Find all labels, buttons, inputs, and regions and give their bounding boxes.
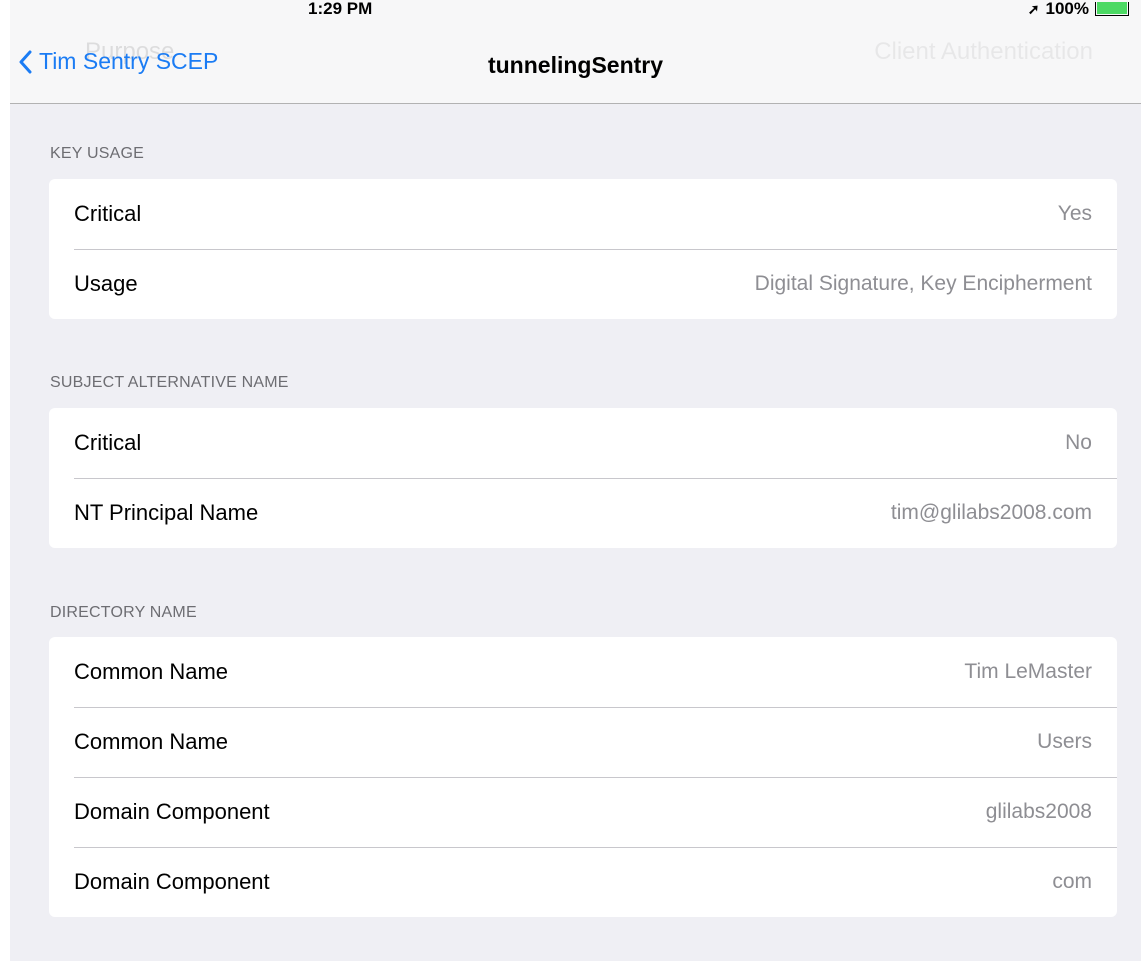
list-item: Common Name Users: [49, 707, 1117, 777]
row-label: Domain Component: [74, 799, 270, 824]
list-item: Usage Digital Signature, Key Enciphermen…: [49, 249, 1117, 319]
section-header-directory-name: DIRECTORY NAME: [50, 604, 197, 621]
list-item: Common Name Tim LeMaster: [49, 637, 1117, 707]
row-value: Yes: [1057, 202, 1092, 225]
battery-percentage: 100%: [1045, 2, 1089, 16]
group-directory-name: Common Name Tim LeMaster Common Name Use…: [49, 637, 1117, 917]
row-value: tim@glilabs2008.com: [890, 501, 1092, 524]
row-label: Critical: [74, 430, 142, 455]
row-label: Common Name: [74, 659, 229, 684]
group-san: Critical No NT Principal Name tim@glilab…: [49, 408, 1117, 548]
back-button[interactable]: Tim Sentry SCEP: [18, 48, 218, 75]
status-time: 1:29 PM: [308, 2, 373, 16]
location-arrow-icon: ➚: [1027, 2, 1040, 16]
list-item: Critical Yes: [49, 179, 1117, 249]
list-item: Domain Component com: [49, 847, 1117, 917]
list-item: Critical No: [49, 408, 1117, 478]
row-label: NT Principal Name: [74, 500, 259, 525]
row-label: Common Name: [74, 729, 229, 754]
section-header-san: SUBJECT ALTERNATIVE NAME: [50, 374, 289, 391]
row-value: glilabs2008: [985, 800, 1092, 823]
device-bezel: [0, 0, 10, 961]
section-header-key-usage: KEY USAGE: [50, 145, 144, 162]
list-item: Domain Component glilabs2008: [49, 777, 1117, 847]
group-key-usage: Critical Yes Usage Digital Signature, Ke…: [49, 179, 1117, 319]
row-value: Digital Signature, Key Encipherment: [754, 272, 1092, 295]
navigation-bar: 1:29 PM ➚ 100% Purpose Client Authentica…: [10, 0, 1141, 104]
chevron-left-icon: [19, 50, 32, 73]
back-button-label: Tim Sentry SCEP: [39, 48, 219, 74]
row-label: Usage: [74, 271, 138, 296]
battery-icon: [1095, 2, 1129, 16]
screen: 1:29 PM ➚ 100% Purpose Client Authentica…: [0, 0, 1141, 961]
row-label: Domain Component: [74, 869, 270, 894]
row-value: Tim LeMaster: [964, 660, 1092, 683]
row-value: com: [1052, 870, 1092, 893]
status-indicators: ➚ 100%: [1028, 2, 1129, 16]
list-item: NT Principal Name tim@glilabs2008.com: [49, 478, 1117, 548]
row-label: Critical: [74, 201, 142, 226]
row-value: No: [1065, 431, 1092, 454]
row-value: Users: [1037, 730, 1092, 753]
